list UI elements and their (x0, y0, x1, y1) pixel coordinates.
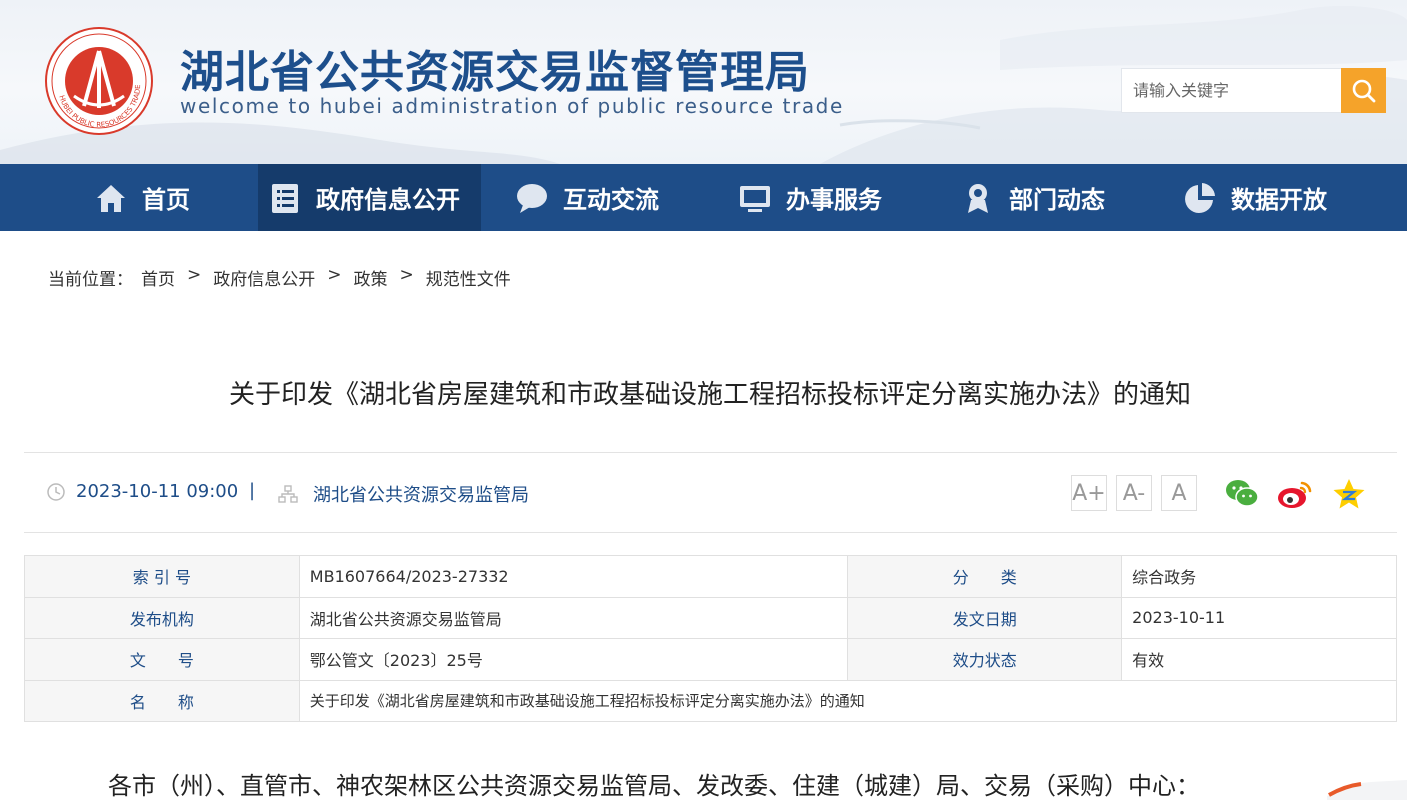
search-box (1121, 68, 1386, 113)
corner-decoration (1327, 780, 1407, 800)
table-row: 名 称 关于印发《湖北省房屋建筑和市政基础设施工程招标投标评定分离实施办法》的通… (24, 679, 1398, 722)
doc-name-label: 名 称 (24, 679, 300, 722)
article-title: 关于印发《湖北省房屋建筑和市政基础设施工程招标投标评定分离实施办法》的通知 (228, 380, 1191, 410)
publish-date: 2023-10-11 09:00 (47, 481, 239, 502)
site-logo[interactable]: HUBEI PUBLIC RESOURCES TRADE (44, 26, 154, 136)
breadcrumb-normative-docs[interactable]: 规范性文件 (426, 265, 511, 290)
index-number-value: MB1607664/2023-27332 (298, 555, 849, 598)
validity-label: 效力状态 (847, 638, 1123, 681)
index-number-label: 索 引 号 (24, 555, 300, 598)
nav-item-home[interactable]: 首页 (94, 164, 190, 231)
publish-date-text: 2023-10-11 09:00 (76, 481, 239, 502)
doc-number-value: 鄂公管文〔2023〕25号 (298, 638, 849, 681)
publish-source: 湖北省公共资源交易监管局 (278, 481, 529, 507)
breadcrumb-separator: > (187, 265, 202, 285)
category-value: 综合政务 (1121, 555, 1397, 598)
clock-icon (47, 482, 65, 501)
font-increase-button[interactable]: A+ (1071, 475, 1107, 511)
article-meta-bar: 2023-10-11 09:00 | 湖北省公共资源交易监管局 A+ A- A (24, 452, 1397, 533)
validity-value: 有效 (1121, 638, 1397, 681)
document-list-icon (268, 181, 302, 215)
meta-separator: | (249, 480, 256, 501)
breadcrumb-separator: > (327, 265, 342, 285)
nav-item-gov-info[interactable]: 政府信息公开 (258, 164, 481, 231)
site-title: 湖北省公共资源交易监督管理局 (180, 47, 810, 98)
doc-number-label: 文 号 (24, 638, 300, 681)
breadcrumb-policy[interactable]: 政策 (354, 265, 388, 290)
weibo-icon (1278, 481, 1312, 508)
publisher-value: 湖北省公共资源交易监管局 (298, 596, 849, 639)
category-label: 分 类 (847, 555, 1123, 598)
document-info-table: 索 引 号 MB1607664/2023-27332 分 类 综合政务 发布机构… (24, 555, 1398, 722)
table-row: 发布机构 湖北省公共资源交易监管局 发文日期 2023-10-11 (24, 596, 1397, 639)
publisher-label: 发布机构 (24, 596, 300, 639)
org-chart-icon (278, 485, 298, 503)
search-input[interactable] (1122, 69, 1342, 112)
font-decrease-button[interactable]: A- (1116, 475, 1152, 511)
main-nav: 首页 政府信息公开 互动交流 办事服务 部门动态 数据开放 (0, 164, 1407, 231)
nav-item-services[interactable]: 办事服务 (738, 164, 882, 231)
search-icon (1352, 79, 1375, 102)
share-weibo-button[interactable] (1276, 475, 1314, 513)
doc-name-value: 关于印发《湖北省房屋建筑和市政基础设施工程招标投标评定分离实施办法》的通知 (298, 679, 1398, 722)
issue-date-value: 2023-10-11 (1121, 596, 1397, 639)
breadcrumb: 当前位置： 首页 > 政府信息公开 > 政策 > 规范性文件 (48, 265, 511, 290)
monitor-icon (738, 181, 772, 215)
nav-label: 首页 (142, 186, 190, 214)
site-header: HUBEI PUBLIC RESOURCES TRADE 湖北省公共资源交易监督… (0, 0, 1407, 164)
nav-item-open-data[interactable]: 数据开放 (1183, 164, 1327, 231)
table-row: 索 引 号 MB1607664/2023-27332 分 类 综合政务 (24, 555, 1397, 598)
pie-chart-icon (1183, 181, 1217, 215)
share-wechat-button[interactable] (1223, 475, 1261, 513)
font-reset-button[interactable]: A (1161, 475, 1197, 511)
nav-label: 办事服务 (786, 186, 882, 214)
qzone-icon (1333, 479, 1365, 509)
breadcrumb-prefix: 当前位置： (48, 270, 133, 290)
home-icon (94, 181, 128, 215)
person-pin-icon (961, 181, 995, 215)
search-button[interactable] (1341, 68, 1386, 113)
nav-label: 政府信息公开 (316, 186, 460, 214)
nav-label: 数据开放 (1231, 186, 1327, 214)
nav-item-interaction[interactable]: 互动交流 (515, 164, 659, 231)
breadcrumb-separator: > (399, 265, 414, 285)
share-qzone-button[interactable] (1330, 475, 1368, 513)
breadcrumb-home[interactable]: 首页 (141, 265, 175, 290)
nav-label: 部门动态 (1009, 186, 1105, 214)
site-subtitle: welcome to hubei administration of publi… (180, 94, 844, 118)
chat-bubble-icon (515, 181, 549, 215)
issue-date-label: 发文日期 (847, 596, 1123, 639)
wechat-icon (1226, 480, 1259, 507)
breadcrumb-gov-info[interactable]: 政府信息公开 (213, 265, 315, 290)
nav-label: 互动交流 (563, 186, 659, 214)
nav-item-dept-news[interactable]: 部门动态 (961, 164, 1105, 231)
publish-source-text: 湖北省公共资源交易监管局 (313, 485, 529, 506)
table-row: 文 号 鄂公管文〔2023〕25号 效力状态 有效 (24, 638, 1397, 681)
